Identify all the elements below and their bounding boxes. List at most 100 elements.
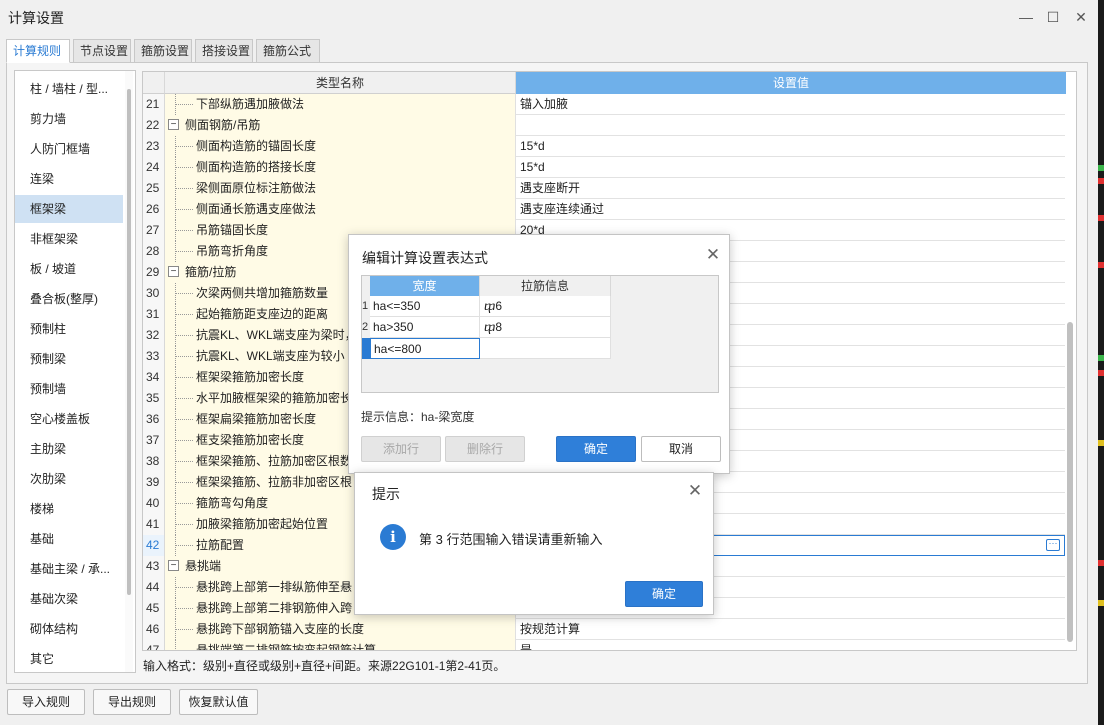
- maximize-icon[interactable]: ☐: [1041, 6, 1065, 28]
- add-row-button[interactable]: 添加行: [361, 436, 441, 462]
- row-number: 45: [143, 598, 165, 619]
- sidebar-item-stairs[interactable]: 楼梯: [15, 495, 123, 523]
- sidebar-item-main-rib-beam[interactable]: 主肋梁: [15, 435, 123, 463]
- sidebar-item-column[interactable]: 柱 / 墙柱 / 型...: [15, 75, 123, 103]
- expr-row[interactable]: 2 ha>350 ⴔ8: [362, 317, 612, 338]
- row-type-cell: 下部纵筋遇加腋做法: [165, 94, 516, 115]
- edge-mark: [1098, 600, 1104, 606]
- row-value-cell[interactable]: 按规范计算: [516, 619, 1065, 640]
- grid-header-value[interactable]: 设置值: [516, 72, 1066, 94]
- minimize-icon[interactable]: —: [1014, 6, 1038, 28]
- sidebar-item-other[interactable]: 其它: [15, 645, 123, 672]
- table-row[interactable]: 22 − 侧面钢筋/吊筋: [143, 115, 1065, 136]
- sidebar-item-secondary-rib-beam[interactable]: 次肋梁: [15, 465, 123, 493]
- expr-width-cell[interactable]: ha<=350: [370, 296, 480, 317]
- expr-hint-text: 提示信息：ha-梁宽度: [361, 410, 475, 424]
- sidebar-item-shear-wall[interactable]: 剪力墙: [15, 105, 123, 133]
- expr-ok-button[interactable]: 确定: [556, 436, 636, 462]
- row-number: 34: [143, 367, 165, 388]
- sidebar-item-slab-ramp[interactable]: 板 / 坡道: [15, 255, 123, 283]
- sidebar-item-precast-wall[interactable]: 预制墙: [15, 375, 123, 403]
- row-type-label: 侧面构造筋的搭接长度: [196, 160, 317, 174]
- sidebar-item-foundation-secondary-beam[interactable]: 基础次梁: [15, 585, 123, 613]
- row-value-cell[interactable]: [516, 115, 1065, 136]
- ellipsis-icon[interactable]: ···: [1046, 539, 1060, 551]
- alert-ok-button[interactable]: 确定: [625, 581, 703, 607]
- table-row[interactable]: 47 悬挑端第二排钢筋按弯起钢筋计算 是: [143, 640, 1065, 651]
- collapse-toggle-icon[interactable]: −: [168, 560, 179, 571]
- sidebar-item-frame-beam[interactable]: 框架梁: [15, 195, 123, 223]
- sidebar-scrollbar-thumb[interactable]: [127, 89, 131, 595]
- sidebar-item-non-frame-beam[interactable]: 非框架梁: [15, 225, 123, 253]
- expr-width-cell[interactable]: ha>350: [370, 317, 480, 338]
- row-type-cell: 悬挑端第二排钢筋按弯起钢筋计算: [165, 640, 516, 651]
- table-row[interactable]: 26 侧面通长筋遇支座做法 遇支座连续通过: [143, 199, 1065, 220]
- expr-cancel-button[interactable]: 取消: [641, 436, 721, 462]
- sidebar-item-foundation[interactable]: 基础: [15, 525, 123, 553]
- sidebar-item-foundation-main-beam[interactable]: 基础主梁 / 承...: [15, 555, 123, 583]
- tab-stirrup-settings[interactable]: 箍筋设置: [134, 39, 192, 63]
- table-row[interactable]: 46 悬挑跨下部钢筋锚入支座的长度 按规范计算: [143, 619, 1065, 640]
- close-icon[interactable]: ✕: [703, 245, 723, 265]
- expr-header-width[interactable]: 宽度: [370, 276, 480, 296]
- row-value-cell[interactable]: 15*d: [516, 157, 1065, 178]
- tab-node-settings[interactable]: 节点设置: [73, 39, 131, 63]
- grid-scrollbar-thumb[interactable]: [1067, 322, 1073, 642]
- row-number: 25: [143, 178, 165, 199]
- row-type-label: 下部纵筋遇加腋做法: [196, 97, 305, 111]
- delete-row-button[interactable]: 删除行: [445, 436, 525, 462]
- row-type-label: 抗震KL、WKL端支座为梁时，: [196, 328, 357, 342]
- sidebar-item-coupling-beam[interactable]: 连梁: [15, 165, 123, 193]
- row-type-label: 箍筋/拉筋: [185, 265, 237, 279]
- expr-row-number: 2: [362, 317, 370, 338]
- table-row[interactable]: 21 下部纵筋遇加腋做法 锚入加腋: [143, 94, 1065, 115]
- edge-mark: [1098, 165, 1104, 171]
- grid-header-corner: [143, 72, 165, 94]
- expr-row-editing[interactable]: 3 ha<=800: [362, 338, 612, 359]
- row-value-cell[interactable]: 15*d: [516, 136, 1065, 157]
- collapse-toggle-icon[interactable]: −: [168, 119, 179, 130]
- expr-row[interactable]: 1 ha<=350 ⴔ6: [362, 296, 612, 317]
- tab-calc-rules[interactable]: 计算规则: [6, 39, 70, 63]
- row-number: 28: [143, 241, 165, 262]
- row-type-label: 悬挑跨下部钢筋锚入支座的长度: [196, 622, 365, 636]
- expr-tie-cell[interactable]: [480, 338, 611, 359]
- row-number: 21: [143, 94, 165, 115]
- row-number: 43: [143, 556, 165, 577]
- row-type-label: 悬挑跨上部第二排钢筋伸入跨: [196, 601, 353, 615]
- grid-header-type[interactable]: 类型名称: [165, 72, 516, 94]
- row-type-label: 框架扁梁箍筋加密长度: [196, 412, 317, 426]
- edge-mark: [1098, 560, 1104, 566]
- export-rules-button[interactable]: 导出规则: [93, 689, 171, 715]
- row-value-cell[interactable]: 是: [516, 640, 1065, 650]
- tab-stirrup-formula[interactable]: 箍筋公式: [256, 39, 320, 63]
- row-type-label: 悬挑端第二排钢筋按弯起钢筋计算: [196, 643, 377, 651]
- row-value-cell[interactable]: 锚入加腋: [516, 94, 1065, 115]
- tab-lap-settings[interactable]: 搭接设置: [195, 39, 253, 63]
- close-icon[interactable]: ✕: [1069, 6, 1093, 28]
- sidebar-item-composite-slab[interactable]: 叠合板(整厚): [15, 285, 123, 313]
- edge-mark: [1098, 262, 1104, 268]
- sidebar-item-precast-column[interactable]: 预制柱: [15, 315, 123, 343]
- table-row[interactable]: 25 梁侧面原位标注筋做法 遇支座断开: [143, 178, 1065, 199]
- sidebar-item-masonry[interactable]: 砌体结构: [15, 615, 123, 643]
- row-type-label: 框支梁箍筋加密长度: [196, 433, 305, 447]
- collapse-toggle-icon[interactable]: −: [168, 266, 179, 277]
- input-format-hint: 输入格式：级别+直径或级别+直径+间距。来源22G101-1第2-41页。: [143, 659, 506, 673]
- expr-tie-cell[interactable]: ⴔ8: [480, 317, 611, 338]
- row-number: 27: [143, 220, 165, 241]
- row-value-cell[interactable]: 遇支座连续通过: [516, 199, 1065, 220]
- table-row[interactable]: 23 侧面构造筋的锚固长度 15*d: [143, 136, 1065, 157]
- restore-defaults-button[interactable]: 恢复默认值: [179, 689, 258, 715]
- expr-header-tie[interactable]: 拉筋信息: [480, 276, 611, 296]
- sidebar-item-hollow-floor[interactable]: 空心楼盖板: [15, 405, 123, 433]
- expr-width-input[interactable]: ha<=800: [370, 338, 480, 359]
- row-type-label: 悬挑端: [185, 559, 222, 573]
- expr-tie-cell[interactable]: ⴔ6: [480, 296, 611, 317]
- import-rules-button[interactable]: 导入规则: [7, 689, 85, 715]
- table-row[interactable]: 24 侧面构造筋的搭接长度 15*d: [143, 157, 1065, 178]
- close-icon[interactable]: ✕: [685, 481, 705, 501]
- row-value-cell[interactable]: 遇支座断开: [516, 178, 1065, 199]
- sidebar-item-precast-beam[interactable]: 预制梁: [15, 345, 123, 373]
- sidebar-item-civil-defense-door[interactable]: 人防门框墙: [15, 135, 123, 163]
